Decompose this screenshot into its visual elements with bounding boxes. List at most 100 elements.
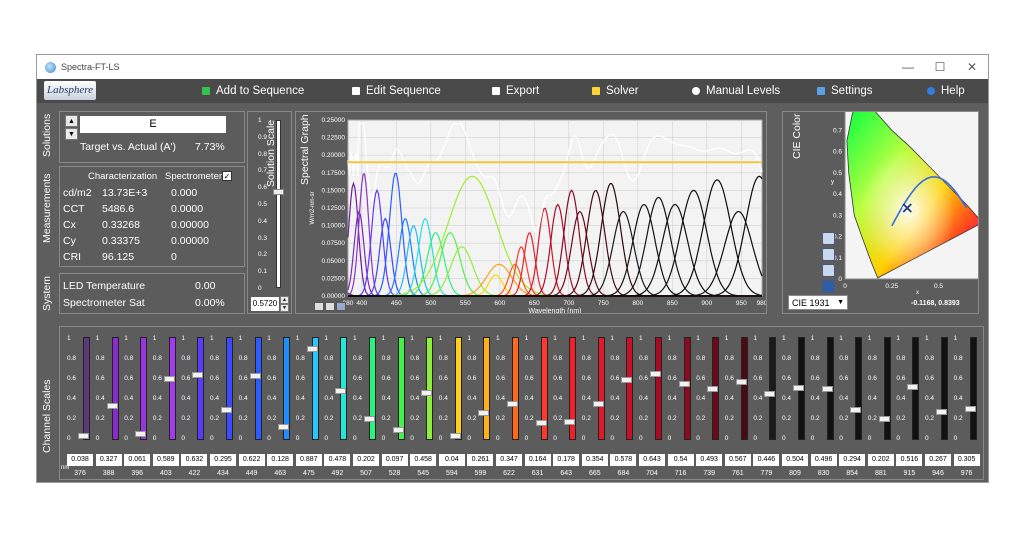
channel-slider-830[interactable]: 1 0.8 0.6 0.4 0.2 0 0.496 830	[809, 335, 838, 483]
channel-slider-761[interactable]: 1 0.8 0.6 0.4 0.2 0 0.567 761	[723, 335, 752, 483]
graph-reset-icon[interactable]	[336, 302, 346, 311]
channel-thumb[interactable]	[592, 400, 604, 407]
channel-slider-422[interactable]: 1 0.8 0.6 0.4 0.2 0 0.632 422	[179, 335, 208, 483]
channel-value-input[interactable]: 0.038	[67, 454, 93, 466]
channel-value-input[interactable]: 0.632	[181, 454, 208, 466]
channel-track[interactable]	[655, 337, 662, 440]
channel-thumb[interactable]	[821, 385, 833, 392]
channel-thumb[interactable]	[535, 420, 547, 427]
channel-thumb[interactable]	[192, 371, 204, 378]
channel-track[interactable]	[883, 337, 891, 440]
channel-thumb[interactable]	[650, 370, 661, 377]
channel-slider-396[interactable]: 1 0.8 0.6 0.4 0.2 0 0.061 396	[122, 335, 151, 483]
channel-value-input[interactable]: 0.496	[810, 454, 837, 466]
channel-track[interactable]	[83, 337, 90, 440]
channel-thumb[interactable]	[707, 386, 719, 393]
channel-slider-434[interactable]: 1 0.8 0.6 0.4 0.2 0 0.295 434	[208, 335, 237, 483]
channel-track[interactable]	[454, 337, 462, 440]
solution-up-button[interactable]: ▲	[65, 115, 78, 127]
channel-value-input[interactable]: 0.54	[667, 454, 694, 466]
channel-thumb[interactable]	[278, 423, 290, 430]
channel-slider-463[interactable]: 1 0.8 0.6 0.4 0.2 0 0.128 463	[265, 335, 294, 483]
channel-value-input[interactable]: 0.178	[553, 454, 580, 466]
channel-slider-665[interactable]: 1 0.8 0.6 0.4 0.2 0 0.354 665	[580, 335, 609, 483]
channel-thumb[interactable]	[907, 383, 919, 390]
channel-value-input[interactable]: 0.643	[639, 454, 665, 466]
channel-track[interactable]	[483, 337, 491, 440]
channel-track[interactable]	[111, 337, 119, 440]
menu-item-solver[interactable]: Solver	[592, 79, 639, 103]
channel-value-input[interactable]: 0.478	[324, 454, 351, 466]
channel-thumb[interactable]	[364, 416, 375, 423]
channel-slider-528[interactable]: 1 0.8 0.6 0.4 0.2 0 0.097 528	[380, 335, 409, 483]
channel-thumb[interactable]	[764, 391, 776, 398]
channel-value-input[interactable]: 0.446	[753, 454, 780, 466]
channel-track[interactable]	[254, 337, 262, 440]
channel-slider-594[interactable]: 1 0.8 0.6 0.4 0.2 0 0.04 594	[437, 335, 466, 483]
channel-slider-388[interactable]: 1 0.8 0.6 0.4 0.2 0 0.327 388	[94, 335, 123, 483]
channel-track[interactable]	[941, 337, 948, 440]
channel-thumb[interactable]	[306, 345, 318, 352]
channel-thumb[interactable]	[850, 406, 862, 413]
channel-value-input[interactable]: 0.164	[524, 454, 551, 466]
channel-value-input[interactable]: 0.578	[610, 454, 637, 466]
channel-thumb[interactable]	[507, 401, 518, 408]
channel-thumb[interactable]	[678, 381, 690, 388]
channel-track[interactable]	[369, 337, 376, 440]
channel-slider-622[interactable]: 1 0.8 0.6 0.4 0.2 0 0.347 622	[494, 335, 523, 483]
spectral-chart[interactable]: 0.25000 0.22500 0.20000 0.17500 0.15000 0.125…	[296, 112, 766, 313]
channel-thumb[interactable]	[249, 372, 261, 379]
maximize-button[interactable]: ☐	[925, 55, 955, 79]
channel-slider-507[interactable]: 1 0.8 0.6 0.4 0.2 0 0.202 507	[351, 335, 380, 483]
channel-value-input[interactable]: 0.354	[581, 454, 608, 466]
channel-slider-643[interactable]: 1 0.8 0.6 0.4 0.2 0 0.178 643	[551, 335, 580, 483]
channel-thumb[interactable]	[964, 405, 976, 412]
channel-thumb[interactable]	[335, 387, 347, 394]
channel-track[interactable]	[311, 337, 319, 440]
channel-track[interactable]	[769, 337, 777, 440]
solution-scale-down[interactable]: ▼	[280, 304, 289, 312]
channel-track[interactable]	[140, 337, 148, 440]
channel-slider-376[interactable]: 1 0.8 0.6 0.4 0.2 0 0.038 376	[65, 335, 94, 483]
channel-value-input[interactable]: 0.294	[839, 454, 866, 466]
channel-thumb[interactable]	[106, 403, 118, 410]
channel-slider-684[interactable]: 1 0.8 0.6 0.4 0.2 0 0.578 684	[608, 335, 637, 483]
channel-slider-739[interactable]: 1 0.8 0.6 0.4 0.2 0 0.493 739	[694, 335, 723, 483]
solution-scale-thumb[interactable]	[273, 188, 284, 195]
channel-track[interactable]	[855, 337, 863, 440]
channel-value-input[interactable]: 0.305	[953, 454, 980, 466]
channel-track[interactable]	[397, 337, 405, 440]
channel-slider-492[interactable]: 1 0.8 0.6 0.4 0.2 0 0.478 492	[322, 335, 351, 483]
channel-value-input[interactable]: 0.061	[124, 454, 151, 466]
channel-slider-403[interactable]: 1 0.8 0.6 0.4 0.2 0 0.589 403	[151, 335, 180, 483]
zoom-out-icon[interactable]	[822, 248, 835, 261]
channel-value-input[interactable]: 0.295	[210, 454, 236, 466]
zoom-in-icon[interactable]	[822, 232, 835, 245]
channel-slider-854[interactable]: 1 0.8 0.6 0.4 0.2 0 0.294 854	[837, 335, 866, 483]
channel-track[interactable]	[512, 337, 519, 440]
channel-value-input[interactable]: 0.327	[95, 454, 122, 466]
channel-track[interactable]	[426, 337, 434, 440]
channel-thumb[interactable]	[478, 410, 490, 417]
spectrometer-checkbox[interactable]: ✓	[222, 171, 232, 181]
channel-value-input[interactable]: 0.887	[295, 454, 322, 466]
channel-slider-809[interactable]: 1 0.8 0.6 0.4 0.2 0 0.504 809	[780, 335, 809, 483]
channel-value-input[interactable]: 0.589	[152, 454, 179, 466]
channel-thumb[interactable]	[564, 418, 576, 425]
channel-thumb[interactable]	[735, 378, 747, 385]
channel-value-input[interactable]: 0.504	[782, 454, 808, 466]
cie-type-dropdown[interactable]: CIE 1931 ▼	[788, 295, 848, 310]
menu-item-edit-sequence[interactable]: Edit Sequence	[352, 79, 441, 103]
channel-value-input[interactable]: 0.347	[496, 454, 522, 466]
menu-item-manual-levels[interactable]: Manual Levels	[692, 79, 780, 103]
channel-slider-976[interactable]: 1 0.8 0.6 0.4 0.2 0 0.305 976	[952, 335, 981, 483]
channel-value-input[interactable]: 0.202	[867, 454, 894, 466]
channel-slider-716[interactable]: 1 0.8 0.6 0.4 0.2 0 0.54 716	[666, 335, 695, 483]
channel-thumb[interactable]	[621, 377, 633, 384]
channel-value-input[interactable]: 0.567	[724, 454, 751, 466]
channel-thumb[interactable]	[392, 427, 404, 433]
channel-slider-475[interactable]: 1 0.8 0.6 0.4 0.2 0 0.887 475	[294, 335, 323, 483]
menu-item-export[interactable]: Export	[492, 79, 539, 103]
channel-track[interactable]	[969, 337, 977, 440]
channel-slider-704[interactable]: 1 0.8 0.6 0.4 0.2 0 0.643 704	[637, 335, 666, 483]
